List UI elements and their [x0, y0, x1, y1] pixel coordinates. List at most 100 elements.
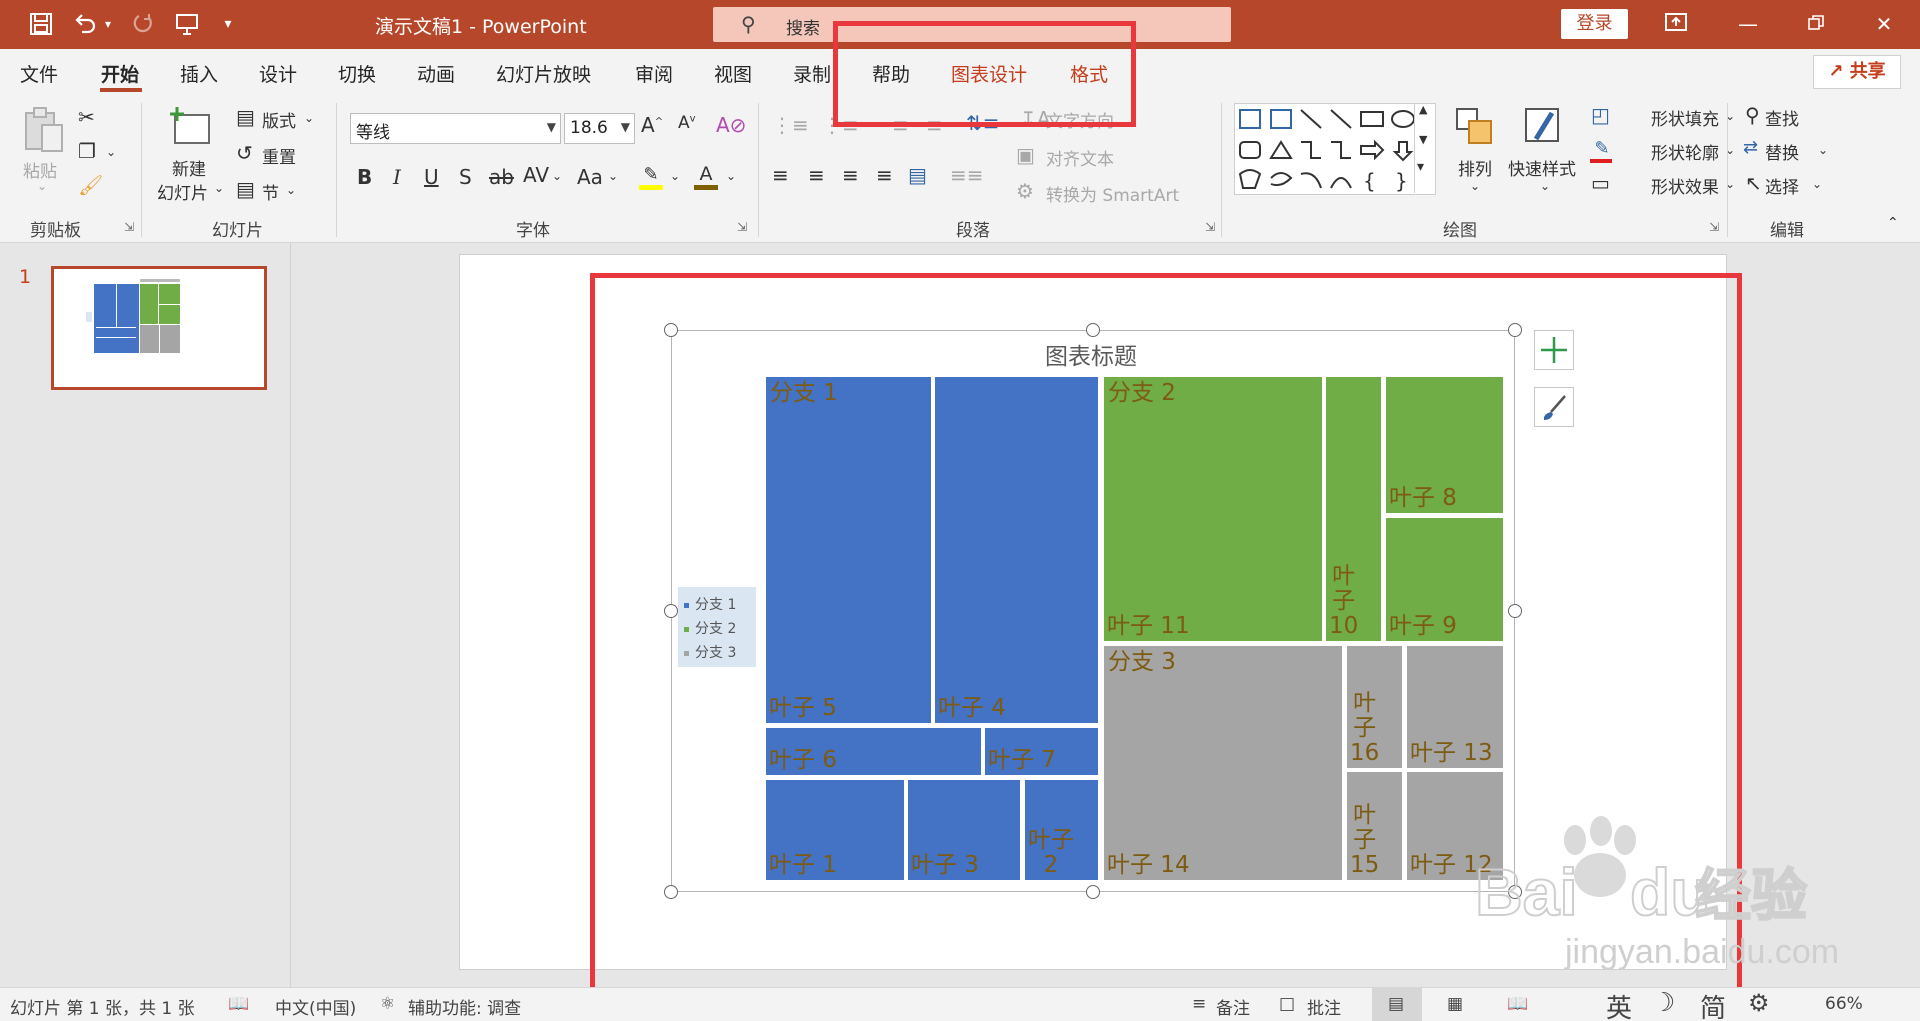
- section-dropdown-icon[interactable]: ⌄: [286, 183, 296, 197]
- shape-fill-icon[interactable]: ◰: [1591, 103, 1610, 127]
- undo-dropdown-icon[interactable]: ▾: [101, 9, 115, 39]
- chevron-up-icon[interactable]: ▲: [1419, 103, 1427, 116]
- chevron-down-icon[interactable]: ▼: [1419, 133, 1427, 146]
- shape-fill-label[interactable]: 形状填充: [1651, 105, 1719, 130]
- shape-effects-icon[interactable]: ▭: [1591, 171, 1610, 195]
- reset-label[interactable]: 重置: [262, 143, 296, 168]
- layout-icon[interactable]: ▤: [236, 105, 255, 129]
- arrange-icon[interactable]: [1453, 105, 1497, 149]
- share-button[interactable]: ↗ 共享: [1813, 55, 1901, 89]
- justify-icon[interactable]: ≡: [876, 163, 893, 187]
- slide-sorter-icon[interactable]: ▦: [1447, 994, 1463, 1014]
- find-label[interactable]: 查找: [1765, 105, 1799, 130]
- font-color-dropdown-icon[interactable]: ⌄: [726, 169, 736, 183]
- character-spacing-dropdown-icon[interactable]: ⌄: [552, 169, 562, 183]
- new-slide-label-1[interactable]: 新建: [172, 155, 206, 180]
- clipboard-launcher-icon[interactable]: ⇲: [124, 220, 134, 234]
- minimize-icon[interactable]: —: [1725, 8, 1771, 40]
- ribbon-display-options-icon[interactable]: [1653, 8, 1699, 40]
- save-icon[interactable]: [26, 9, 56, 39]
- tab-animations[interactable]: 动画: [417, 60, 455, 87]
- tab-transitions[interactable]: 切换: [338, 60, 376, 87]
- font-name-combo[interactable]: 等线 ▼: [350, 113, 561, 144]
- accessibility-status[interactable]: 辅助功能: 调查: [408, 994, 521, 1019]
- arrange-label[interactable]: 排列: [1458, 155, 1492, 180]
- layout-dropdown-icon[interactable]: ⌄: [304, 111, 314, 125]
- smartart-label[interactable]: 转换为 SmartArt: [1046, 181, 1179, 206]
- tab-home[interactable]: 开始: [101, 60, 139, 87]
- zoom-level[interactable]: 66%: [1825, 994, 1863, 1014]
- replace-dropdown-icon[interactable]: ⌄: [1818, 143, 1828, 157]
- select-icon[interactable]: ↖: [1745, 171, 1762, 195]
- copy-icon[interactable]: ❐: [78, 139, 96, 163]
- columns-icon[interactable]: ≡≡: [950, 163, 984, 187]
- new-slide-label-2[interactable]: 幻灯片: [157, 179, 208, 204]
- replace-icon[interactable]: ⇄: [1743, 137, 1758, 158]
- tab-file[interactable]: 文件: [20, 60, 58, 87]
- paste-dropdown-icon[interactable]: ⌄: [37, 179, 47, 193]
- reading-view-icon[interactable]: 📖: [1507, 994, 1528, 1014]
- character-spacing-icon[interactable]: AV: [523, 163, 549, 187]
- strikethrough-icon[interactable]: ab: [489, 165, 514, 189]
- language-status[interactable]: 中文(中国): [275, 994, 356, 1019]
- font-size-combo[interactable]: 18.6 ▼: [564, 113, 635, 144]
- bold-icon[interactable]: B: [357, 165, 372, 189]
- quick-styles-label[interactable]: 快速样式: [1508, 155, 1576, 180]
- section-icon[interactable]: ▤: [236, 177, 255, 201]
- align-right-icon[interactable]: ≡: [842, 163, 859, 187]
- tab-view[interactable]: 视图: [714, 60, 752, 87]
- collapse-ribbon-icon[interactable]: ⌃: [1887, 215, 1899, 231]
- comments-label[interactable]: 批注: [1307, 994, 1341, 1019]
- align-left-icon[interactable]: ≡: [772, 163, 789, 187]
- new-slide-icon[interactable]: [166, 105, 214, 149]
- distributed-icon[interactable]: ▤: [908, 163, 927, 187]
- tab-record[interactable]: 录制: [793, 60, 831, 87]
- align-text-icon[interactable]: ▣: [1016, 143, 1035, 167]
- more-shapes-icon[interactable]: ▾: [1417, 159, 1424, 175]
- paste-icon[interactable]: [20, 105, 68, 153]
- bullets-icon[interactable]: ⋮≡: [772, 113, 809, 137]
- italic-icon[interactable]: I: [393, 165, 401, 189]
- highlight-color-icon[interactable]: ✎: [637, 161, 665, 190]
- font-launcher-icon[interactable]: ⇲: [737, 220, 747, 234]
- select-dropdown-icon[interactable]: ⌄: [1812, 177, 1822, 191]
- shape-effects-label[interactable]: 形状效果: [1651, 173, 1719, 198]
- reset-icon[interactable]: ↺: [236, 141, 253, 165]
- change-case-icon[interactable]: Aa: [577, 165, 603, 189]
- notes-label[interactable]: 备注: [1216, 994, 1250, 1019]
- highlight-dropdown-icon[interactable]: ⌄: [670, 169, 680, 183]
- notes-icon[interactable]: ≡: [1192, 994, 1206, 1014]
- shapes-gallery[interactable]: {}: [1234, 103, 1436, 195]
- quick-styles-icon[interactable]: [1522, 105, 1568, 151]
- format-painter-icon[interactable]: 🖌: [78, 173, 103, 197]
- section-label[interactable]: 节: [262, 179, 279, 204]
- paragraph-launcher-icon[interactable]: ⇲: [1205, 220, 1215, 234]
- slide-thumbnail[interactable]: [51, 266, 267, 390]
- align-text-label[interactable]: 对齐文本: [1046, 145, 1114, 170]
- accessibility-icon[interactable]: ⚛: [380, 994, 395, 1014]
- underline-icon[interactable]: U: [424, 165, 439, 189]
- gear-icon[interactable]: ⚙: [1748, 989, 1770, 1017]
- tab-review[interactable]: 审阅: [635, 60, 673, 87]
- login-button[interactable]: 登录: [1561, 9, 1628, 39]
- drawing-launcher-icon[interactable]: ⇲: [1709, 220, 1719, 234]
- clear-formatting-icon[interactable]: A⊘: [716, 113, 746, 137]
- font-color-icon[interactable]: A: [692, 161, 720, 190]
- quick-styles-dropdown-icon[interactable]: ⌄: [1540, 179, 1550, 193]
- shape-outline-icon[interactable]: ✎: [1590, 135, 1614, 163]
- tab-design[interactable]: 设计: [259, 60, 297, 87]
- copy-dropdown-icon[interactable]: ⌄: [106, 145, 116, 159]
- ime-language-indicator[interactable]: 英: [1606, 988, 1632, 1021]
- normal-view-button[interactable]: ▤: [1372, 988, 1422, 1021]
- shape-outline-label[interactable]: 形状轮廓: [1651, 139, 1719, 164]
- shapes-gallery-scroll[interactable]: ▲ ▼ ▾: [1414, 103, 1437, 193]
- spellcheck-icon[interactable]: 📖: [228, 994, 249, 1014]
- customize-qat-icon[interactable]: ▾: [220, 9, 236, 39]
- ime-simplified-indicator[interactable]: 简: [1700, 988, 1726, 1021]
- arrange-dropdown-icon[interactable]: ⌄: [1470, 179, 1480, 193]
- tab-slideshow[interactable]: 幻灯片放映: [496, 60, 591, 87]
- decrease-font-size-icon[interactable]: Av: [678, 113, 696, 133]
- slide-info[interactable]: 幻灯片 第 1 张，共 1 张: [10, 994, 195, 1019]
- select-label[interactable]: 选择: [1765, 173, 1799, 198]
- present-from-start-icon[interactable]: [172, 9, 202, 39]
